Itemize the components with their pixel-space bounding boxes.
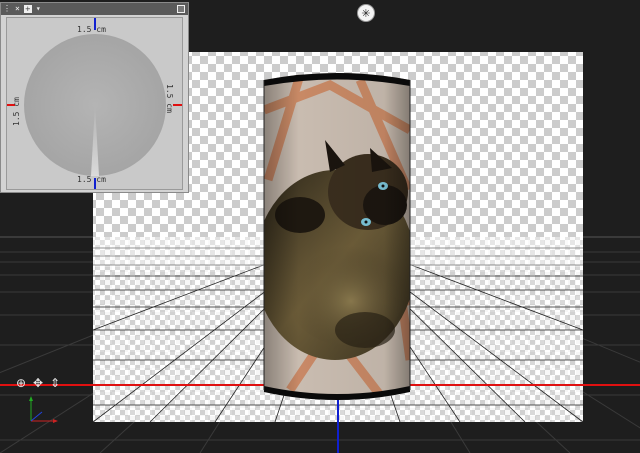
profile-preview-panel[interactable]: ⋮ × + ▾ 1.5 cm 1.5 cm 1.5 cm 1.5 cm xyxy=(0,2,189,193)
preview-canvas[interactable]: 1.5 cm 1.5 cm 1.5 cm 1.5 cm xyxy=(6,17,183,190)
dim-label-bottom: 1.5 cm xyxy=(77,175,106,184)
dim-label-left: 1.5 cm xyxy=(12,97,21,126)
orbit-icon[interactable]: ⊕ xyxy=(14,376,28,390)
panel-menu-icon[interactable]: ⋮ xyxy=(1,3,13,15)
textured-cylinder xyxy=(264,73,410,398)
panel-maximize-icon[interactable] xyxy=(177,5,185,13)
3d-viewport[interactable]: ✳ ⊕ ✥ ⇕ ⋮ × + ▾ 1.5 cm 1.5 cm 1.5 cm 1.5… xyxy=(0,0,640,453)
pan-icon[interactable]: ✥ xyxy=(31,376,45,390)
camera-view-icon: ✳ xyxy=(361,6,371,20)
panel-close-icon[interactable]: × xyxy=(13,3,22,15)
dim-label-right: 1.5 cm xyxy=(165,84,174,113)
zoom-icon[interactable]: ⇕ xyxy=(48,376,62,390)
viewport-nav-tools: ⊕ ✥ ⇕ xyxy=(14,376,62,390)
preview-titlebar[interactable]: ⋮ × + ▾ xyxy=(1,3,188,15)
dim-label-top: 1.5 cm xyxy=(77,25,106,34)
camera-view-button[interactable]: ✳ xyxy=(357,4,375,22)
panel-add-icon[interactable]: + xyxy=(23,5,32,13)
panel-dropdown-icon[interactable]: ▾ xyxy=(34,3,43,15)
